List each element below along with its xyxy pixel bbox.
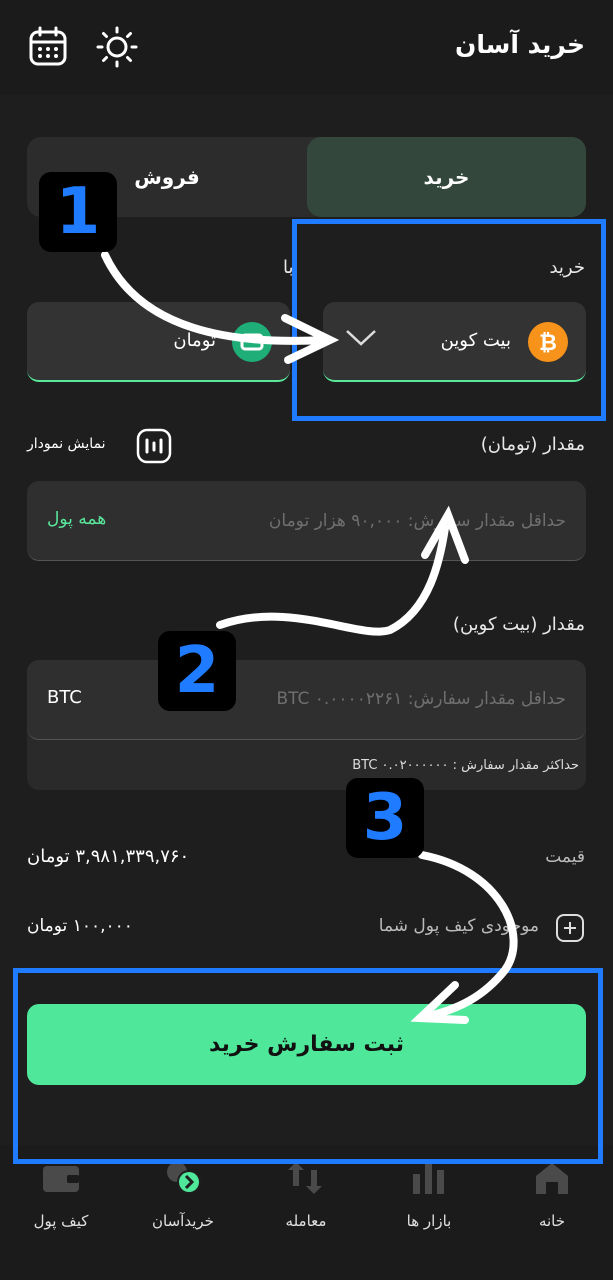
annotation-step-1: 1 [39, 172, 117, 252]
annotation-step-3: 3 [346, 778, 424, 858]
annotation-step-2: 2 [158, 631, 236, 711]
